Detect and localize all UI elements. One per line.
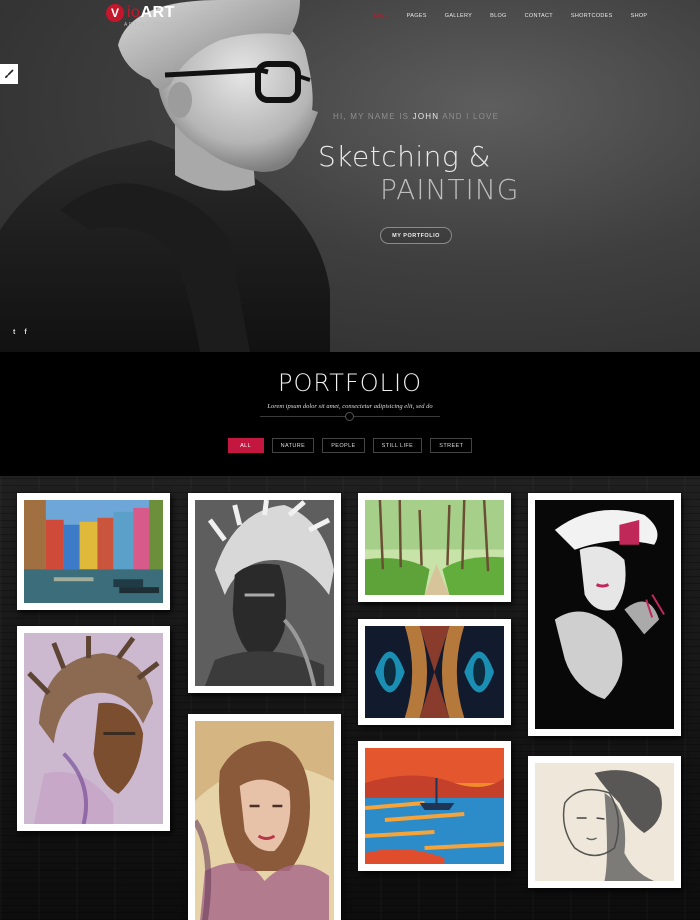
filter-people[interactable]: PEOPLE — [322, 438, 365, 453]
style-switcher-tab[interactable] — [0, 64, 18, 84]
main-nav: HOME PAGES GALLERY BLOG CONTACT SHORTCOD… — [362, 13, 656, 19]
nav-pages[interactable]: PAGES — [398, 13, 436, 19]
logo-tagline: ARTIST PORTFOLIO — [124, 22, 196, 28]
hero-portrait-photo — [0, 0, 330, 352]
site-logo[interactable]: V ioART — [106, 4, 175, 22]
hero-intro: HI, MY NAME IS JOHN AND I LOVE — [333, 112, 500, 121]
facebook-icon[interactable]: f — [24, 329, 26, 336]
canal-houses-painting — [24, 500, 163, 603]
brush-icon — [5, 69, 14, 78]
ink-portrait-sketch — [535, 763, 674, 881]
portfolio-title: PORTFOLIO — [278, 369, 422, 397]
chief-watercolor-painting — [24, 633, 163, 824]
portfolio-filters: ALL NATURE PEOPLE STILL LIFE STREET — [0, 438, 700, 453]
logo-mark: V — [106, 4, 124, 22]
nav-contact[interactable]: CONTACT — [516, 13, 562, 19]
gallery-item-canal-houses[interactable] — [17, 493, 170, 610]
filter-nature[interactable]: NATURE — [271, 438, 315, 453]
gallery-item-forest-path[interactable] — [358, 493, 511, 602]
woman-portrait-painting — [195, 721, 334, 920]
twitter-icon[interactable]: t — [13, 329, 15, 336]
woman-with-hat-painting — [535, 500, 674, 729]
gallery-item-woman-with-hat[interactable] — [528, 493, 681, 736]
forest-path-painting — [365, 500, 504, 595]
nav-shop[interactable]: SHOP — [622, 13, 657, 19]
gallery-item-woman-portrait[interactable] — [188, 714, 341, 920]
filter-still-life[interactable]: STILL LIFE — [372, 438, 423, 453]
sunset-boat-painting — [365, 748, 504, 864]
nav-home[interactable]: HOME — [362, 13, 398, 19]
nav-shortcodes[interactable]: SHORTCODES — [562, 13, 622, 19]
gallery-item-ink-portrait[interactable] — [528, 756, 681, 888]
filter-all[interactable]: ALL — [227, 438, 264, 453]
hero-headline-2: PAINTING — [380, 173, 520, 206]
hero-headline-1: Sketching & — [318, 140, 491, 173]
gallery-item-native-chief[interactable] — [188, 493, 341, 693]
gallery-item-sunset-boat[interactable] — [358, 741, 511, 871]
hero-section: V ioART ARTIST PORTFOLIO HOME PAGES GALL… — [0, 0, 700, 352]
logo-text: ioART — [127, 4, 175, 21]
gallery-wall — [0, 476, 700, 920]
filter-street[interactable]: STREET — [430, 438, 473, 453]
native-chief-sketch — [195, 500, 334, 686]
my-portfolio-button[interactable]: MY PORTFOLIO — [380, 227, 452, 244]
social-links: t f — [13, 329, 27, 336]
nav-blog[interactable]: BLOG — [481, 13, 515, 19]
portfolio-subtitle: Lorem ipsum dolor sit amet, consectetur … — [267, 403, 433, 410]
gallery-item-chief-watercolor[interactable] — [17, 626, 170, 831]
nav-gallery[interactable]: GALLERY — [436, 13, 481, 19]
abstract-symmetry-painting — [365, 626, 504, 718]
portfolio-header: PORTFOLIO Lorem ipsum dolor sit amet, co… — [0, 352, 700, 476]
divider-ornament — [345, 412, 354, 421]
gallery-item-abstract-symmetry[interactable] — [358, 619, 511, 725]
